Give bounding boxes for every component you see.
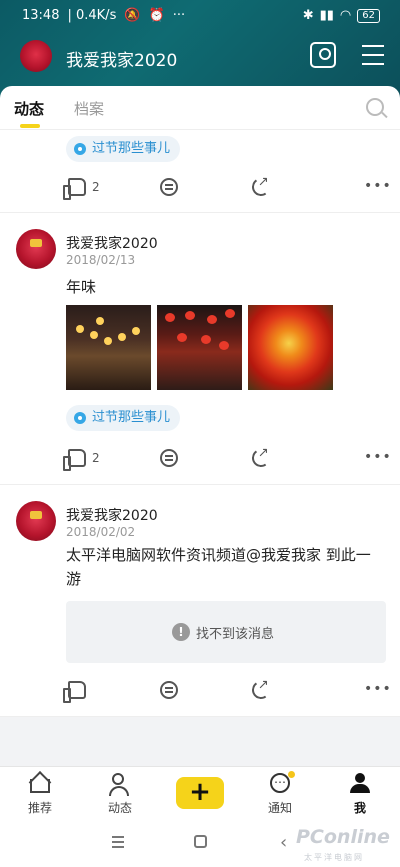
profile-header: 我爱我家2020 — [0, 38, 400, 78]
home-button-icon[interactable] — [194, 835, 207, 848]
watermark-logo: PConline — [296, 826, 390, 848]
back-icon[interactable]: ‹ — [280, 832, 287, 853]
home-icon — [30, 779, 50, 793]
bluetooth-icon: ✱ — [302, 8, 314, 23]
share-icon[interactable] — [250, 176, 272, 198]
wifi-icon: ◠ — [339, 8, 352, 23]
recent-apps-icon[interactable] — [112, 836, 124, 848]
author-name[interactable]: 我爱我家2020 — [66, 233, 158, 253]
post-card: 我爱我家2020 2018/02/13 年味 过节那些事儿 2 ••• — [0, 213, 400, 485]
nav-label: 推荐 — [27, 801, 52, 815]
nav-recommend[interactable]: 推荐 — [10, 767, 70, 819]
comment-icon[interactable] — [160, 681, 178, 699]
tulip-photo[interactable] — [248, 305, 333, 390]
topic-tag[interactable]: 过节那些事儿 — [66, 136, 181, 162]
page-title: 我爱我家2020 — [66, 51, 178, 71]
watermark-subtitle: 太平洋电脑网 — [304, 853, 364, 862]
post-text-line: 游 — [66, 570, 82, 588]
missing-message-text: 找不到该消息 — [196, 627, 275, 642]
like-count: 2 — [92, 180, 100, 194]
profile-card-icon[interactable] — [310, 42, 336, 68]
bottom-nav: 推荐 动态 + 通知 我 — [0, 766, 400, 818]
post-text: 太平洋电脑网软件资讯频道@我爱我家 到此一 游 — [66, 543, 386, 591]
alarm-icon: ⏰ — [148, 8, 165, 23]
comment-icon[interactable] — [160, 178, 178, 196]
more-options-icon[interactable]: ••• — [364, 178, 392, 194]
user-avatar[interactable] — [20, 40, 52, 72]
menu-icon[interactable] — [360, 42, 386, 68]
share-icon[interactable] — [250, 447, 272, 469]
post-actions: 2 ••• — [0, 176, 400, 200]
tab-dynamics[interactable]: 动态 — [14, 98, 44, 128]
signal-icon: ▮▮ — [319, 8, 334, 23]
share-icon[interactable] — [250, 679, 272, 701]
create-post-button[interactable]: + — [176, 777, 224, 809]
post-actions: ••• — [0, 679, 400, 703]
nav-label: 动态 — [107, 801, 132, 815]
red-lantern-street-photo[interactable] — [157, 305, 242, 390]
more-options-icon[interactable]: ••• — [364, 449, 392, 465]
like-count: 2 — [92, 451, 100, 465]
nav-me[interactable]: 我 — [330, 767, 390, 819]
post-actions: 2 ••• — [0, 447, 400, 471]
topic-tag[interactable]: 过节那些事儿 — [66, 405, 181, 431]
network-speed: | 0.4K/s — [67, 8, 117, 23]
post-date: 2018/02/02 — [66, 525, 136, 539]
alert-icon: ! — [172, 623, 190, 641]
post-date: 2018/02/13 — [66, 253, 136, 267]
post-card: 过节那些事儿 2 ••• — [0, 130, 400, 213]
feed-list: 过节那些事儿 2 ••• 我爱我家2020 2018/02/13 年味 — [0, 130, 400, 717]
user-icon — [350, 773, 370, 793]
post-text: 年味 — [66, 278, 97, 296]
comment-icon[interactable] — [160, 449, 178, 467]
message-icon — [270, 772, 290, 793]
missing-message-box: ! 找不到该消息 — [66, 601, 386, 663]
notification-dot — [288, 771, 295, 778]
nav-dynamics[interactable]: 动态 — [90, 767, 150, 819]
search-icon[interactable] — [366, 98, 384, 116]
author-avatar[interactable] — [16, 501, 56, 541]
people-icon — [109, 773, 129, 796]
nav-notifications[interactable]: 通知 — [250, 767, 310, 819]
post-card: 我爱我家2020 2018/02/02 太平洋电脑网软件资讯频道@我爱我家 到此… — [0, 485, 400, 717]
post-text-line: 太平洋电脑网软件资讯频道@我爱我家 到此一 — [66, 546, 371, 564]
more-options-icon[interactable]: ••• — [364, 681, 392, 697]
nav-label: 通知 — [267, 801, 292, 815]
app-header: 13:48 | 0.4K/s 🔕 ⏰ ··· ✱ ▮▮ ◠ 62 我爱我家202… — [0, 0, 400, 100]
tab-archive[interactable]: 档案 — [74, 98, 104, 119]
like-icon[interactable] — [63, 681, 86, 703]
tab-bar: 动态 档案 — [0, 86, 400, 130]
lantern-street-photo[interactable] — [66, 305, 151, 390]
author-avatar[interactable] — [16, 229, 56, 269]
like-icon[interactable] — [63, 449, 86, 471]
photo-grid — [66, 305, 336, 390]
mute-icon: 🔕 — [124, 8, 141, 23]
like-icon[interactable] — [63, 178, 86, 200]
status-time: 13:48 — [22, 8, 60, 23]
status-bar: 13:48 | 0.4K/s 🔕 ⏰ ··· ✱ ▮▮ ◠ 62 — [0, 0, 400, 32]
more-status-icon: ··· — [172, 8, 186, 23]
system-nav-bar: ‹ PConline 太平洋电脑网 — [0, 818, 400, 867]
author-name[interactable]: 我爱我家2020 — [66, 505, 158, 525]
nav-label: 我 — [353, 801, 366, 815]
battery-icon: 62 — [357, 8, 380, 23]
